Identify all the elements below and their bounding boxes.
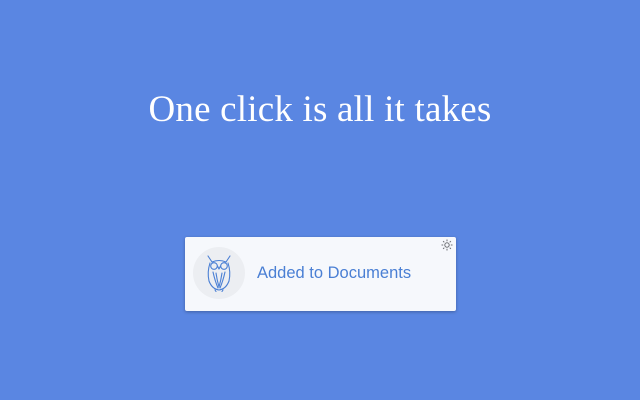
headline: One click is all it takes bbox=[148, 89, 492, 130]
notification-toast[interactable]: Added to Documents bbox=[185, 237, 456, 311]
gear-icon[interactable] bbox=[441, 239, 453, 251]
notification-message: Added to Documents bbox=[257, 264, 412, 282]
owl-icon bbox=[207, 255, 231, 292]
app-logo bbox=[193, 247, 245, 299]
